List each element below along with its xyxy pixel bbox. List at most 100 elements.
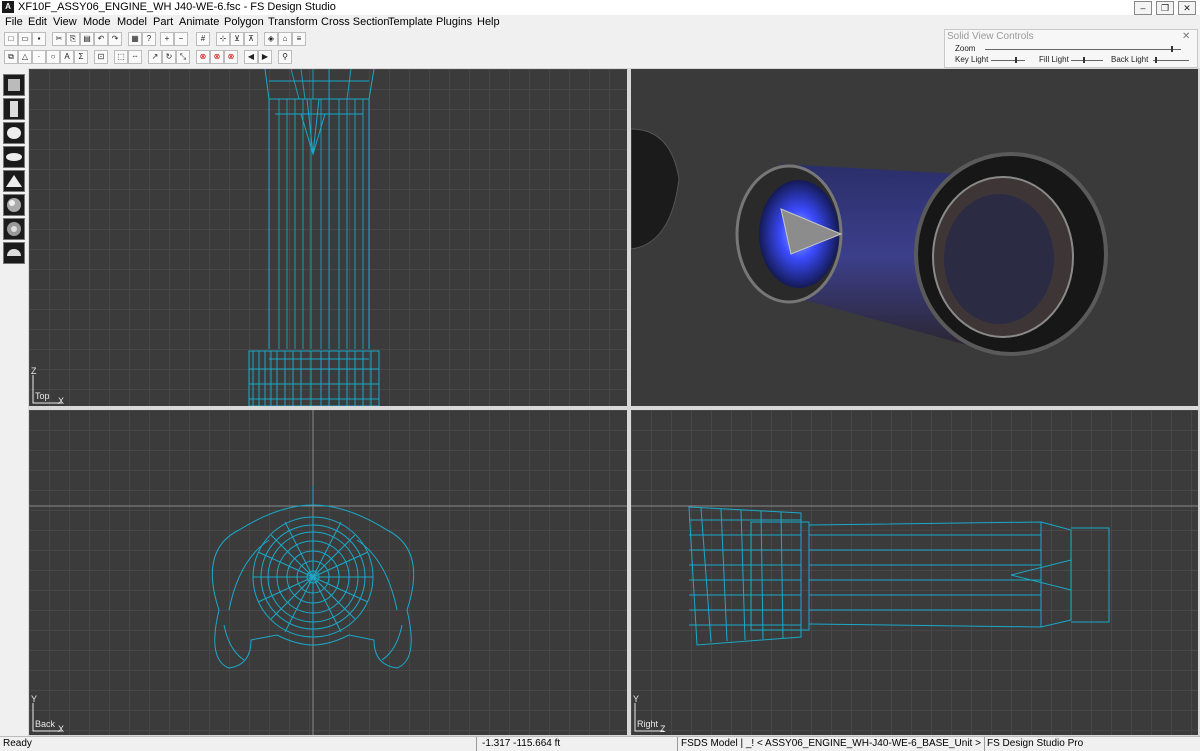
back-light-slider[interactable]	[1153, 60, 1189, 61]
menu-template[interactable]: Template	[388, 16, 433, 29]
perspective-viewport[interactable]	[631, 69, 1198, 406]
grid-icon[interactable]: #	[196, 32, 210, 46]
paste-icon[interactable]: ▤	[80, 32, 94, 46]
snap-icon[interactable]: ⊹	[216, 32, 230, 46]
stop-icon[interactable]: ⊗	[196, 50, 210, 64]
view-solid-icon[interactable]: ◈	[264, 32, 278, 46]
status-ready: Ready	[3, 738, 32, 749]
zoom-slider[interactable]	[985, 49, 1181, 50]
main-toolbar: □ ▭ ▪ ✂ ⎘ ▤ ↶ ↷ ▦ ? + − # ⊹ ⊻ ⊼ ◈ ⌂ ≡	[0, 32, 320, 46]
back-axis-h: X	[58, 724, 65, 734]
circle-icon[interactable]: ○	[46, 50, 60, 64]
menu-view[interactable]: View	[53, 16, 77, 29]
key-light-thumb[interactable]	[1015, 57, 1017, 63]
scale-icon[interactable]: ⤡	[176, 50, 190, 64]
zoom-out-icon[interactable]: −	[174, 32, 188, 46]
help-icon[interactable]: ?	[142, 32, 156, 46]
binoculars-icon[interactable]: ⚲	[278, 50, 292, 64]
copy-icon[interactable]: ⎘	[66, 32, 80, 46]
view-home-icon[interactable]: ⌂	[278, 32, 292, 46]
menu-transform[interactable]: Transform	[268, 16, 318, 29]
menu-edit[interactable]: Edit	[28, 16, 47, 29]
undo-icon[interactable]: ↶	[94, 32, 108, 46]
dashed-line-icon[interactable]: ┄	[128, 50, 142, 64]
top-viewport[interactable]: Z Top X	[29, 69, 627, 406]
right-wireframe	[631, 505, 1198, 646]
cut-icon[interactable]: ✂	[52, 32, 66, 46]
solid-view-controls-title: Solid View Controls	[947, 31, 1034, 42]
close-icon[interactable]: ✕	[1182, 31, 1190, 42]
zoom-slider-thumb[interactable]	[1171, 46, 1173, 52]
torus-primitive-icon[interactable]	[3, 218, 25, 240]
next-frame-icon[interactable]: ▶	[258, 50, 272, 64]
status-separator	[677, 737, 678, 751]
menu-animate[interactable]: Animate	[179, 16, 219, 29]
status-coordinates: -1.317 -115.664 ft	[482, 738, 561, 749]
zoom-label: Zoom	[955, 44, 976, 53]
zoom-in-icon[interactable]: +	[160, 32, 174, 46]
menu-part[interactable]: Part	[153, 16, 173, 29]
prev-frame-icon[interactable]: ◀	[244, 50, 258, 64]
solid-view-controls-panel: Solid View Controls ✕ Zoom Key Light Fil…	[944, 29, 1198, 68]
fill-light-thumb[interactable]	[1083, 57, 1085, 63]
new-file-icon[interactable]: □	[4, 32, 18, 46]
close-button[interactable]: ✕	[1178, 1, 1196, 15]
title-bar: A XF10F_ASSY06_ENGINE_WH J40-WE-6.fsc - …	[0, 0, 1200, 15]
right-axis-h: Z	[660, 724, 666, 734]
status-separator	[984, 737, 985, 751]
primitive-palette	[0, 70, 29, 736]
back-wireframe	[29, 410, 627, 735]
menu-file[interactable]: File	[5, 16, 23, 29]
back-view-label: Back	[35, 719, 56, 729]
menu-mode[interactable]: Mode	[83, 16, 111, 29]
select-part-icon[interactable]: ⧉	[4, 50, 18, 64]
rotate-icon[interactable]: ↻	[162, 50, 176, 64]
delete-icon[interactable]: ⊗	[224, 50, 238, 64]
print-icon[interactable]: ▦	[128, 32, 142, 46]
sphere-primitive-icon[interactable]	[3, 122, 25, 144]
cube-primitive-icon[interactable]	[3, 74, 25, 96]
key-light-slider[interactable]	[991, 60, 1025, 61]
menu-polygon[interactable]: Polygon	[224, 16, 264, 29]
fill-light-slider[interactable]	[1071, 60, 1103, 61]
minimize-button[interactable]: –	[1134, 1, 1152, 15]
edit-toolbar: ⧉ △ · ○ A Σ ⊡ ⬚ ┄ ↗ ↻ ⤡ ⊗ ⊗ ⊗ ◀ ▶ ⚲	[0, 50, 300, 64]
menu-cross-section[interactable]: Cross Section	[321, 16, 389, 29]
right-viewport[interactable]: Y Right Z	[631, 410, 1198, 735]
top-view-label: Top	[35, 391, 50, 401]
status-bar: Ready -1.317 -115.664 ft FSDS Model | _!…	[0, 736, 1200, 751]
restore-button[interactable]: ❐	[1156, 1, 1174, 15]
status-model-info: FSDS Model | _! < ASSY06_ENGINE_WH-J40-W…	[681, 738, 983, 749]
back-viewport[interactable]: Y Back X	[29, 410, 627, 735]
back-light-thumb[interactable]	[1155, 57, 1157, 63]
frame-icon[interactable]: ⊡	[94, 50, 108, 64]
back-light-label: Back Light	[1111, 55, 1149, 64]
window-title: XF10F_ASSY06_ENGINE_WH J40-WE-6.fsc - FS…	[18, 1, 336, 13]
status-separator	[476, 737, 477, 751]
fill-light-label: Fill Light	[1039, 55, 1069, 64]
point-icon[interactable]: ·	[32, 50, 46, 64]
top-wireframe	[248, 69, 380, 406]
engine-solid-render	[631, 128, 1108, 356]
menu-model[interactable]: Model	[117, 16, 147, 29]
wedge-primitive-icon[interactable]	[3, 170, 25, 192]
hemisphere-primitive-icon[interactable]	[3, 242, 25, 264]
triangle-icon[interactable]: △	[18, 50, 32, 64]
menu-bar: File Edit View Mode Model Part Animate P…	[0, 15, 940, 31]
menu-plugins[interactable]: Plugins	[436, 16, 472, 29]
text-tool-icon[interactable]: A	[60, 50, 74, 64]
redo-icon[interactable]: ↷	[108, 32, 122, 46]
stop-all-icon[interactable]: ⊗	[210, 50, 224, 64]
view-settings-icon[interactable]: ≡	[292, 32, 306, 46]
cylinder-primitive-icon[interactable]	[3, 98, 25, 120]
geosphere-primitive-icon[interactable]	[3, 194, 25, 216]
select-box-icon[interactable]: ⬚	[114, 50, 128, 64]
open-folder-icon[interactable]: ▭	[18, 32, 32, 46]
menu-help[interactable]: Help	[477, 16, 500, 29]
snap-edges-icon[interactable]: ⊼	[244, 32, 258, 46]
ellipsoid-primitive-icon[interactable]	[3, 146, 25, 168]
snap-points-icon[interactable]: ⊻	[230, 32, 244, 46]
sum-icon[interactable]: Σ	[74, 50, 88, 64]
save-icon[interactable]: ▪	[32, 32, 46, 46]
move-icon[interactable]: ↗	[148, 50, 162, 64]
